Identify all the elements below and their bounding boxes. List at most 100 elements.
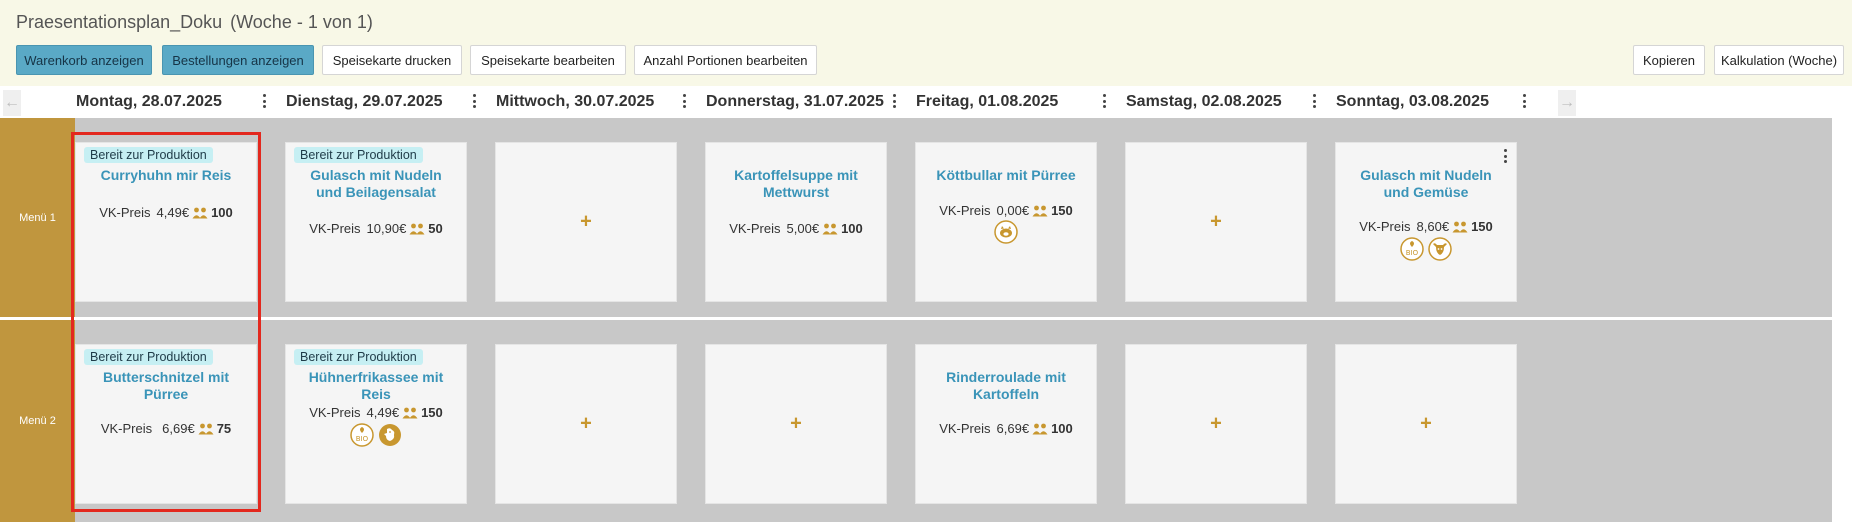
price-line: VK-Preis 8,60€ 150 [1336,219,1516,234]
portion-count: 150 [1051,203,1073,218]
menu-label-2: Menü 2 [0,320,75,522]
price-label: VK-Preis [939,421,991,436]
week-indicator: (Woche - 1 von 1) [230,12,373,32]
portion-count: 50 [428,221,443,236]
people-icon [198,423,214,435]
people-icon [402,407,418,419]
people-icon [192,207,208,219]
print-menu-button[interactable]: Speisekarte drucken [322,45,462,75]
status-badge: Bereit zur Produktion [294,147,423,163]
price-value: 0,00€ [996,203,1030,218]
menu-cell[interactable]: Bereit zur Produktion Butterschnitzel mi… [75,344,257,504]
add-dish-icon[interactable]: + [580,413,592,436]
price-label: VK-Preis [100,421,153,436]
portion-count: 75 [216,421,232,436]
price-value: 6,69€ [996,421,1030,436]
day-options-icon[interactable] [1309,92,1319,110]
cow-icon [1428,237,1452,266]
dish-link[interactable]: Curryhuhn mir Reis [86,167,246,184]
arrow-right-icon[interactable]: → [1558,90,1576,116]
day-header-fri: Freitag, 01.08.2025 [916,93,1059,110]
status-badge: Bereit zur Produktion [294,349,423,365]
portion-count: 100 [1051,421,1073,436]
chicken-icon [378,423,402,452]
price-line: VK-Preis 6,69€ 75 [76,421,256,436]
price-label: VK-Preis [939,203,991,218]
menu-cell[interactable]: Gulasch mit Nudeln und Gemüse VK-Preis 8… [1335,142,1517,302]
copy-button[interactable]: Kopieren [1633,45,1705,75]
people-icon [1452,221,1468,233]
empty-menu-cell[interactable]: + [705,344,887,504]
empty-menu-cell[interactable]: + [495,344,677,504]
attribute-icons: BIO [1336,237,1516,266]
price-label: VK-Preis [309,405,361,420]
dish-link[interactable]: Köttbullar mit Pürree [926,167,1086,184]
day-options-icon[interactable] [469,92,479,110]
dish-link[interactable]: Butterschnitzel mit Pürree [86,369,246,403]
status-badge: Bereit zur Produktion [84,147,213,163]
people-icon [822,223,838,235]
menu-cell[interactable]: Bereit zur Produktion Curryhuhn mir Reis… [75,142,257,302]
pig-icon [994,220,1018,249]
day-options-icon[interactable] [679,92,689,110]
dish-link[interactable]: Gulasch mit Nudeln und Gemüse [1346,167,1506,201]
dish-link[interactable]: Hühnerfrikassee mit Reis [296,369,456,403]
dish-link[interactable]: Kartoffelsuppe mit Mettwurst [716,167,876,201]
menu-cell[interactable]: Kartoffelsuppe mit Mettwurst VK-Preis 5,… [705,142,887,302]
price-label: VK-Preis [729,221,781,236]
price-value: 8,60€ [1416,219,1450,234]
portion-count: 100 [211,205,233,220]
menu-cell[interactable]: Bereit zur Produktion Hühnerfrikassee mi… [285,344,467,504]
day-options-icon[interactable] [1099,92,1109,110]
empty-menu-cell[interactable]: + [1125,142,1307,302]
menu-label-1: Menü 1 [0,118,75,317]
people-icon [1032,423,1048,435]
menu-cell[interactable]: Rinderroulade mit Kartoffeln VK-Preis 6,… [915,344,1097,504]
menu-cell[interactable]: Köttbullar mit Pürree VK-Preis 0,00€ 150 [915,142,1097,302]
price-line: VK-Preis 4,49€ 100 [76,205,256,220]
attribute-icons [916,220,1096,249]
empty-menu-cell[interactable]: + [495,142,677,302]
day-options-icon[interactable] [889,92,899,110]
bio-text: BIO [356,435,369,443]
day-header-mon: Montag, 28.07.2025 [76,93,222,110]
price-value: 5,00€ [786,221,820,236]
price-label: VK-Preis [309,221,361,236]
add-dish-icon[interactable]: + [580,211,592,234]
weekly-calculation-button[interactable]: Kalkulation (Woche) [1714,45,1844,75]
price-line: VK-Preis 5,00€ 100 [706,221,886,236]
day-options-icon[interactable] [259,92,269,110]
empty-menu-cell[interactable]: + [1335,344,1517,504]
bio-icon: BIO [350,423,374,452]
row-divider [0,317,1852,320]
dish-link[interactable]: Gulasch mit Nudeln und Beilagensalat [296,167,456,201]
cell-options-icon[interactable] [1502,149,1508,163]
add-dish-icon[interactable]: + [1420,413,1432,436]
add-dish-icon[interactable]: + [1210,413,1222,436]
show-cart-button[interactable]: Warenkorb anzeigen [16,45,152,75]
portion-count: 100 [841,221,863,236]
day-header-sat: Samstag, 02.08.2025 [1126,93,1282,110]
price-value: 4,49€ [366,405,400,420]
price-line: VK-Preis 4,49€ 150 [286,405,466,420]
show-orders-button[interactable]: Bestellungen anzeigen [162,45,314,75]
empty-menu-cell[interactable]: + [1125,344,1307,504]
people-icon [409,223,425,235]
portion-count: 150 [421,405,443,420]
price-value: 10,90€ [366,221,407,236]
portion-count: 150 [1471,219,1493,234]
add-dish-icon[interactable]: + [790,413,802,436]
day-header-thu: Donnerstag, 31.07.2025 [706,93,884,110]
dish-link[interactable]: Rinderroulade mit Kartoffeln [926,369,1086,403]
status-badge: Bereit zur Produktion [84,349,213,365]
price-label: VK-Preis [1359,219,1411,234]
price-line: VK-Preis 10,90€ 50 [286,221,466,236]
menu-cell[interactable]: Bereit zur Produktion Gulasch mit Nudeln… [285,142,467,302]
edit-menu-button[interactable]: Speisekarte bearbeiten [470,45,626,75]
day-options-icon[interactable] [1519,92,1529,110]
day-header-wed: Mittwoch, 30.07.2025 [496,93,655,110]
edit-portions-button[interactable]: Anzahl Portionen bearbeiten [634,45,817,75]
page-title: Praesentationsplan_Doku (Woche - 1 von 1) [16,12,373,33]
add-dish-icon[interactable]: + [1210,211,1222,234]
arrow-left-icon[interactable]: ← [3,90,21,116]
